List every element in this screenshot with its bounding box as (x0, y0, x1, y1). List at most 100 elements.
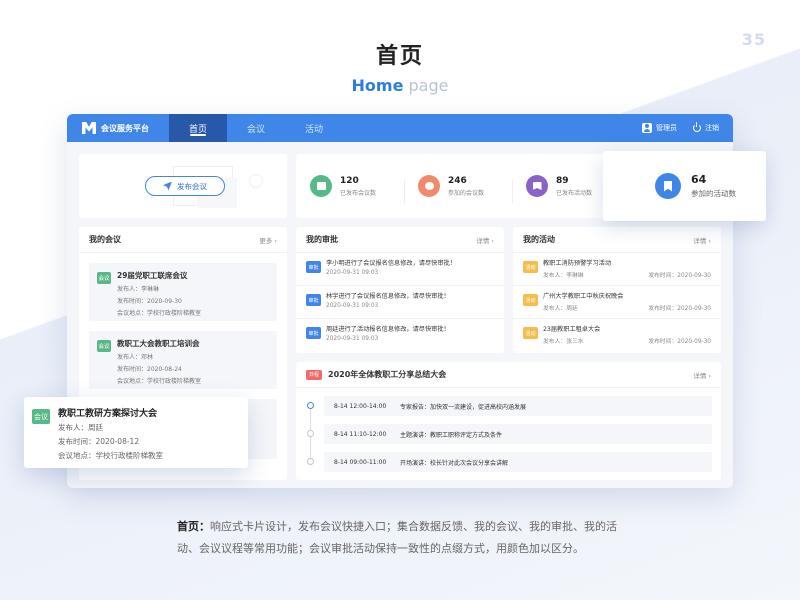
tab-meetings[interactable]: 会议 (227, 114, 285, 142)
schedule-tag: 日程 (306, 369, 322, 380)
stat-num: 246 (448, 175, 467, 186)
item-title: 教职工教研方案探讨大会 (58, 409, 158, 419)
more-link[interactable]: 更多 › (259, 235, 277, 245)
item-title: 29届党职工联席会议 (117, 271, 188, 280)
tab-activities[interactable]: 活动 (285, 114, 343, 142)
meeting-tag: 会议 (97, 272, 111, 284)
user-menu[interactable]: 管理员 (642, 123, 677, 133)
card-header: 我的会议 更多 › (79, 227, 287, 253)
stat-published-meetings[interactable]: 120 已发布会议数 (296, 175, 404, 197)
tab-home[interactable]: 首页 (169, 114, 227, 142)
details-link[interactable]: 详情 › (476, 235, 494, 245)
publish-label: 发布会议 (177, 181, 207, 191)
item-time: 2020-09-31 09:03 (326, 303, 379, 309)
item-time: 2020-09-31 09:03 (326, 336, 379, 342)
agenda-timeline: 8-14 12:00-14:00 专家报告：加快双一流建设，促进高校内涵发展 8… (296, 388, 721, 472)
subtitle-home: Home (351, 76, 404, 95)
item-time: 2020-09-31 09:03 (326, 270, 379, 276)
item-time: 发布时间：2020-09-30 (648, 339, 711, 345)
agenda-row[interactable]: 8-14 09:00-11:00 开场演讲：校长针对此次会议分享会讲解 (307, 452, 712, 472)
logout-button[interactable]: 注销 (693, 122, 719, 133)
meeting-tag: 会议 (32, 409, 50, 424)
timeline-dot (307, 402, 314, 409)
item-title: 23届教职工租卓大会 (543, 326, 601, 333)
stat-num: 120 (340, 175, 359, 186)
my-approvals-card: 我的审批 详情 › 审批 李小明进行了会议报名信息修改，请尽快审批！ 2020-… (296, 227, 504, 353)
highlighted-meeting-card[interactable]: 会议 教职工教研方案探讨大会 发布人：周廷 发布时间：2020-08-12 会议… (24, 397, 248, 468)
publish-meeting-button[interactable]: 发布会议 (145, 176, 225, 196)
item-publisher: 发布人：张三水 (543, 339, 584, 345)
stat-num: 89 (556, 175, 569, 186)
send-icon (163, 181, 172, 191)
meeting-tag: 会议 (97, 340, 111, 352)
list-item[interactable]: 审批 周廷进行了活动报名信息修改，请尽快审批！ 2020-09-31 09:03 (296, 319, 504, 352)
schedule-card: 日程 2020年全体教职工分享总结大会 详情 › 8-14 12:00-14:0… (296, 362, 721, 480)
list-item[interactable]: 审批 林宇进行了会议报名信息修改，请尽快审批！ 2020-09-31 09:03 (296, 286, 504, 319)
item-time: 发布时间：2020-08-12 (58, 437, 140, 446)
activity-tag: 活动 (523, 261, 538, 273)
bookmark-icon (526, 175, 548, 197)
meeting-icon (310, 175, 332, 197)
bookmark-icon (655, 173, 681, 199)
description-text: 响应式卡片设计，发布会议快捷入口；集合数据反馈、我的会议、我的审批、我的活动、会… (177, 520, 617, 555)
card-title: 我的会议 (89, 235, 121, 244)
item-place: 会议地点：学校行政楼阶梯教室 (117, 310, 202, 317)
list-item[interactable]: 会议 29届党职工联席会议 发布人：李琳琳 发布时间：2020-09-30 会议… (89, 263, 277, 321)
publish-card: 发布会议 (79, 154, 287, 218)
hero: 首页 Home page (0, 38, 800, 95)
details-link[interactable]: 详情 › (693, 370, 711, 380)
stat-joined-activities[interactable]: 64 参加的活动数 (603, 151, 766, 221)
card-title: 2020年全体教职工分享总结大会 (328, 370, 447, 379)
page-subtitle: Home page (0, 76, 800, 95)
item-publisher: 发布人：周廷 (58, 423, 103, 432)
stat-joined-meetings[interactable]: 246 参加的会议数 (404, 175, 512, 203)
approval-tag: 审批 (306, 294, 321, 306)
item-title: 周廷进行了活动报名信息修改，请尽快审批！ (326, 326, 450, 333)
stat-label: 参加的会议数 (448, 189, 485, 197)
item-publisher: 发布人：邓林 (117, 354, 154, 361)
agenda-time: 8-14 09:00-11:00 (334, 458, 387, 466)
timeline-dot (307, 430, 314, 437)
agenda-text: 开场演讲：校长针对此次会议分享会讲解 (400, 459, 509, 467)
item-title: 教职工大会教职工培训会 (117, 339, 200, 348)
list-item[interactable]: 活动 23届教职工租卓大会 发布人：张三水 发布时间：2020-09-30 (513, 319, 721, 352)
timeline-dot (307, 458, 314, 465)
item-publisher: 发布人：周廷 (543, 306, 578, 312)
power-icon (693, 122, 701, 132)
approval-tag: 审批 (306, 327, 321, 339)
user-icon (642, 123, 652, 133)
activity-tag: 活动 (523, 327, 538, 339)
item-title: 林宇进行了会议报名信息修改，请尽快审批！ (326, 293, 450, 300)
stat-label: 参加的活动数 (691, 189, 736, 198)
list-item[interactable]: 活动 广州大学教职工中秋庆祝晚会 发布人：周廷 发布时间：2020-09-30 (513, 286, 721, 319)
details-link[interactable]: 详情 › (693, 235, 711, 245)
item-time: 发布时间：2020-09-30 (117, 298, 182, 305)
logo-text: 会议服务平台 (101, 123, 149, 133)
card-header: 日程 2020年全体教职工分享总结大会 详情 › (296, 362, 721, 388)
card-title: 我的活动 (523, 235, 555, 244)
stat-label: 已发布活动数 (556, 189, 593, 197)
item-publisher: 发布人：李琳琳 (117, 286, 160, 293)
card-header: 我的审批 详情 › (296, 227, 504, 253)
agenda-time: 8-14 11:10-12:00 (334, 430, 387, 438)
approval-tag: 审批 (306, 261, 321, 273)
item-time: 发布时间：2020-08-24 (117, 366, 182, 373)
stat-num: 64 (691, 173, 707, 186)
card-header: 我的活动 详情 › (513, 227, 721, 253)
card-title: 我的审批 (306, 235, 338, 244)
description-label: 首页： (177, 520, 210, 533)
list-item[interactable]: 审批 李小明进行了会议报名信息修改，请尽快审批！ 2020-09-31 09:0… (296, 253, 504, 286)
agenda-text: 主题演讲：教职工职称评定方式及条件 (400, 431, 503, 439)
logout-label: 注销 (705, 124, 719, 132)
list-item[interactable]: 活动 教职工消防预警学习活动 发布人：李琳琳 发布时间：2020-09-30 (513, 253, 721, 286)
description: 首页：响应式卡片设计，发布会议快捷入口；集合数据反馈、我的会议、我的审批、我的活… (177, 516, 637, 560)
agenda-row[interactable]: 8-14 11:10-12:00 主题演讲：教职工职称评定方式及条件 (307, 424, 712, 444)
logo[interactable]: 会议服务平台 (67, 122, 169, 134)
people-icon (418, 175, 440, 197)
agenda-text: 专家报告：加快双一流建设，促进高校内涵发展 (400, 403, 527, 411)
agenda-row[interactable]: 8-14 12:00-14:00 专家报告：加快双一流建设，促进高校内涵发展 (307, 396, 712, 416)
page-title: 首页 (375, 44, 424, 69)
item-publisher: 发布人：李琳琳 (543, 273, 584, 279)
list-item[interactable]: 会议 教职工大会教职工培训会 发布人：邓林 发布时间：2020-08-24 会议… (89, 331, 277, 389)
item-place: 会议地点：学校行政楼阶梯教室 (58, 451, 163, 460)
